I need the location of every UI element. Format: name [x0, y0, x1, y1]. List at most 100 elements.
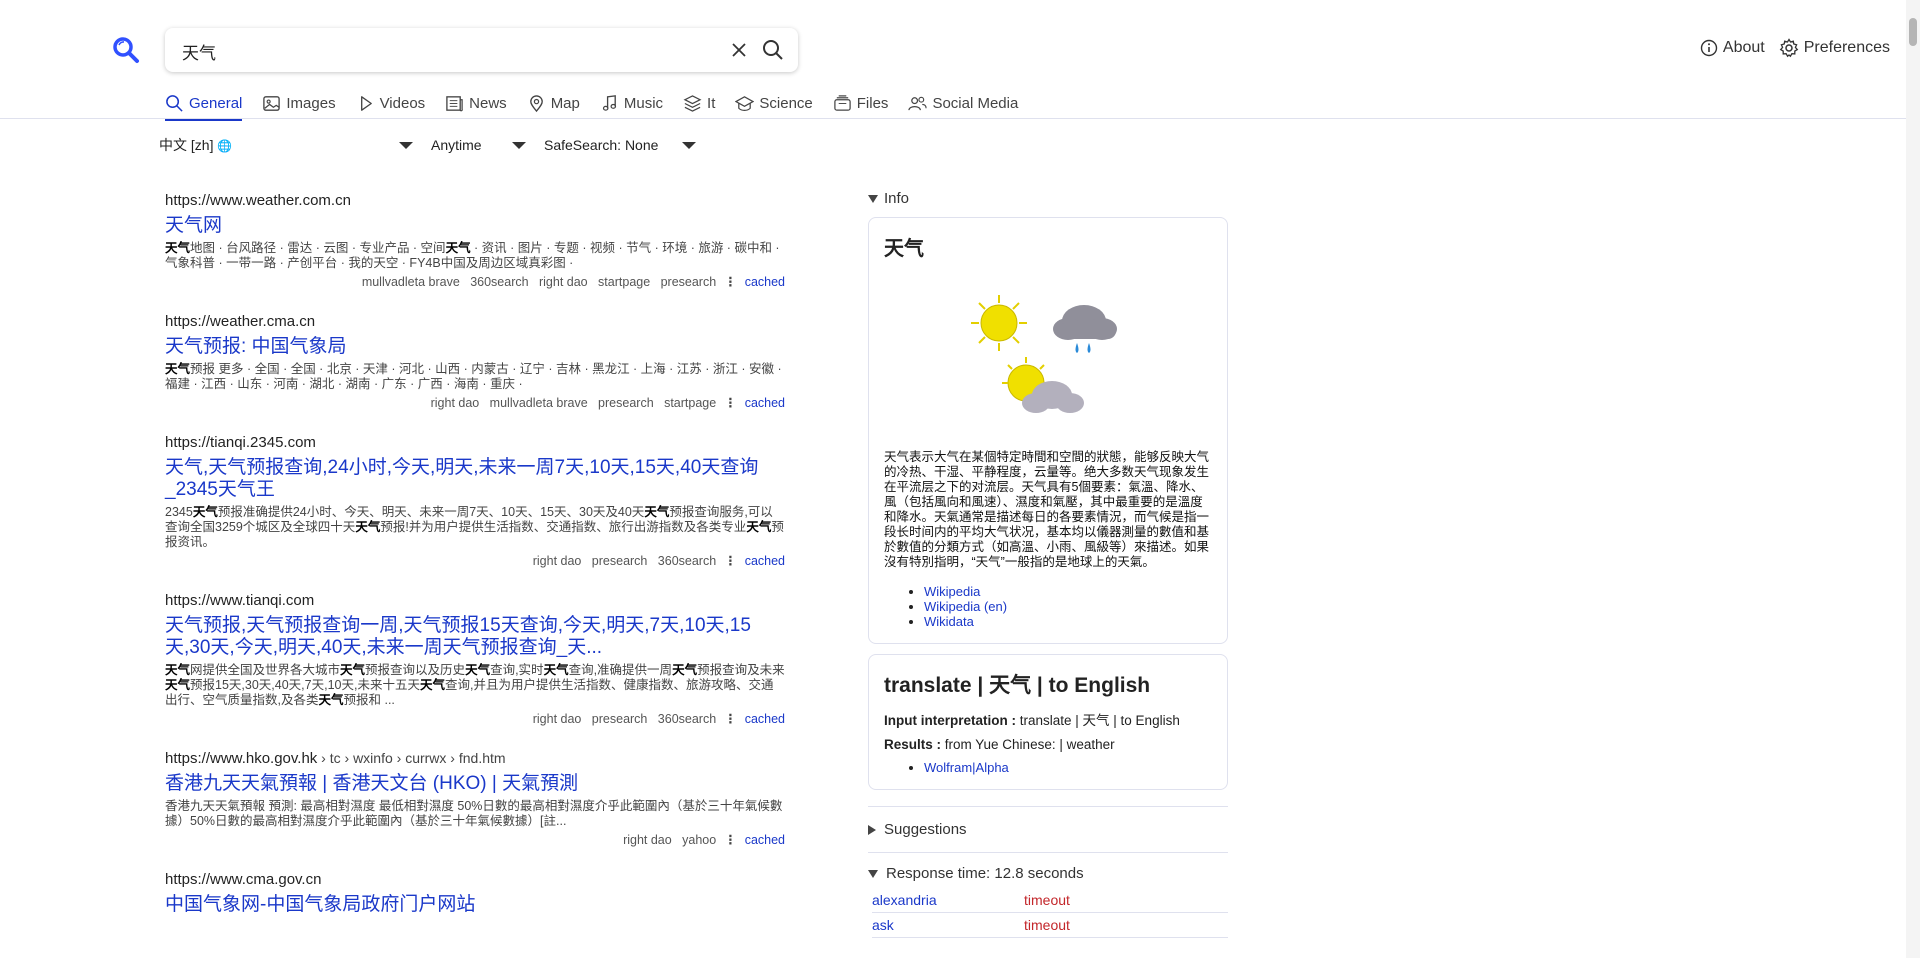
- chevron-down-icon: [399, 141, 413, 149]
- result-snippet: 香港九天天氣預報 預測: 最高相對濕度 最低相對濕度 50%日數的最高相對濕度介…: [165, 799, 783, 828]
- scrollbar[interactable]: [1906, 0, 1920, 958]
- image-icon: [263, 95, 281, 111]
- tab-music[interactable]: Music: [600, 91, 663, 119]
- searxng-logo-icon[interactable]: [112, 36, 140, 64]
- wikipedia-link[interactable]: Wikipedia: [924, 584, 980, 599]
- time-range-select[interactable]: Anytime: [431, 134, 526, 156]
- engine-list: right dao mullvadleta brave presearch st…: [430, 395, 717, 410]
- more-vertical-icon[interactable]: ⋮: [724, 711, 737, 726]
- suggestions-toggle[interactable]: Suggestions: [868, 806, 1228, 838]
- wolframalpha-link[interactable]: Wolfram|Alpha: [924, 760, 1009, 775]
- tab-it[interactable]: It: [683, 91, 715, 119]
- engine-list: right dao yahoo: [623, 832, 717, 847]
- answer-results: Results : from Yue Chinese: | weather: [884, 737, 1115, 752]
- search-icon[interactable]: [761, 38, 785, 62]
- result-snippet: 2345天气预报准确提供24小时、今天、明天、未来一周7天、10天、15天、30…: [165, 505, 784, 549]
- triangle-down-icon: [868, 869, 878, 878]
- tab-general[interactable]: General: [165, 91, 243, 121]
- weather-image: [971, 295, 1117, 413]
- tab-news[interactable]: News: [445, 91, 507, 119]
- result-snippet: 天气预报 更多 · 全国 · 全国 · 北京 · 天津 · 河北 · 山西 · …: [165, 362, 782, 391]
- response-time-toggle[interactable]: Response time: 12.8 seconds: [868, 852, 1228, 882]
- safesearch-select[interactable]: SafeSearch: None: [544, 134, 696, 156]
- people-icon: [908, 96, 928, 110]
- result-url[interactable]: https://tianqi.2345.com: [165, 432, 785, 452]
- clear-icon[interactable]: [729, 40, 749, 60]
- answer-title: translate | 天气 | to English: [884, 674, 1151, 697]
- tab-label: Files: [856, 94, 889, 112]
- wikidata-link[interactable]: Wikidata: [924, 614, 974, 629]
- result-engines: mullvadleta brave 360search right dao st…: [165, 274, 785, 290]
- map-pin-icon: [529, 94, 543, 112]
- header: About Preferences General Images Videos …: [0, 0, 1920, 121]
- tab-social-media[interactable]: Social Media: [908, 91, 1018, 119]
- triangle-down-icon: [868, 194, 878, 203]
- cached-link[interactable]: cached: [745, 712, 785, 726]
- result-url[interactable]: https://www.cma.gov.cn: [165, 869, 785, 889]
- cached-link[interactable]: cached: [745, 275, 785, 289]
- cached-link[interactable]: cached: [745, 396, 785, 410]
- result-item: https://www.tianqi.com 天气预报,天气预报查询一周,天气预报…: [165, 590, 785, 726]
- result-title[interactable]: 天气预报: 中国气象局: [165, 336, 785, 358]
- result-item: https://weather.cma.cn 天气预报: 中国气象局天气预报 更多…: [165, 311, 785, 410]
- scrollbar-thumb[interactable]: [1909, 18, 1917, 46]
- safesearch-value: SafeSearch: None: [544, 137, 659, 153]
- tab-science[interactable]: Science: [735, 91, 813, 119]
- result-title[interactable]: 香港九天天氣預報 | 香港天文台 (HKO) | 天氣預測: [165, 773, 785, 795]
- tab-files[interactable]: Files: [833, 91, 889, 119]
- cached-link[interactable]: cached: [745, 833, 785, 847]
- infobox: 天气 天气表示大气在某個特定時間和空間的狀態，能够反映大气的冷热、干湿、平静程度…: [868, 217, 1228, 644]
- result-title[interactable]: 天气,天气预报查询,24小时,今天,明天,未来一周7天,10天,15天,40天查…: [165, 457, 785, 501]
- engine-name[interactable]: alexandria: [872, 892, 1024, 908]
- wikipedia-en-link[interactable]: Wikipedia (en): [924, 599, 1007, 614]
- info-heading: Info: [884, 190, 910, 207]
- about-link[interactable]: About: [1700, 39, 1765, 57]
- infobox-links: Wikipedia Wikipedia (en) Wikidata: [884, 584, 1212, 629]
- result-engines: right dao presearch 360search ⋮ cached: [165, 553, 785, 569]
- time-range-value: Anytime: [431, 137, 482, 153]
- sun-icon: [971, 295, 1027, 351]
- category-tabs: General Images Videos News Map Music It: [165, 91, 1018, 121]
- school-icon: [735, 95, 755, 111]
- more-vertical-icon[interactable]: ⋮: [724, 832, 737, 847]
- language-value: 中文 [zh]: [159, 137, 214, 153]
- result-url[interactable]: https://www.hko.gov.hk › tc › wxinfo › c…: [165, 748, 785, 768]
- more-vertical-icon[interactable]: ⋮: [724, 395, 737, 410]
- engine-list: right dao presearch 360search: [532, 553, 717, 568]
- result-title[interactable]: 天气预报,天气预报查询一周,天气预报15天查询,今天,明天,7天,10天,15天…: [165, 615, 785, 659]
- result-url[interactable]: https://www.tianqi.com: [165, 590, 785, 610]
- input-interpretation: Input interpretation : translate | 天气 | …: [884, 713, 1180, 728]
- result-snippet: 天气网提供全国及世界各大城市天气预报查询以及历史天气查询,实时天气查询,准确提供…: [165, 663, 785, 707]
- result-engines: right dao yahoo ⋮ cached: [165, 832, 785, 848]
- chevron-down-icon: [512, 141, 526, 149]
- language-select[interactable]: 中文 [zh] 🌐: [159, 134, 413, 156]
- music-icon: [602, 94, 616, 111]
- result-title[interactable]: 中国气象网-中国气象局政府门户网站: [165, 894, 785, 916]
- result-engines: right dao presearch 360search ⋮ cached: [165, 711, 785, 727]
- engine-name[interactable]: ask: [872, 917, 1024, 933]
- tab-label: Social Media: [932, 94, 1019, 112]
- tab-images[interactable]: Images: [262, 91, 336, 119]
- engine-error: timeout: [1024, 892, 1070, 908]
- results-list: https://www.weather.com.cn 天气网天气地图 · 台风路径…: [165, 190, 785, 938]
- answer-sources: Wolfram|Alpha: [884, 760, 1212, 775]
- result-url[interactable]: https://weather.cma.cn: [165, 311, 785, 331]
- tab-map[interactable]: Map: [527, 91, 580, 119]
- search-icon: [166, 94, 183, 112]
- more-vertical-icon[interactable]: ⋮: [724, 274, 737, 289]
- tab-label: News: [469, 94, 507, 112]
- info-toggle[interactable]: Info: [868, 190, 1228, 207]
- preferences-link[interactable]: Preferences: [1779, 38, 1890, 58]
- tab-videos[interactable]: Videos: [356, 91, 425, 119]
- triangle-right-icon: [868, 824, 876, 835]
- result-url[interactable]: https://www.weather.com.cn: [165, 190, 785, 210]
- more-vertical-icon[interactable]: ⋮: [724, 553, 737, 568]
- result-engines: right dao mullvadleta brave presearch st…: [165, 395, 785, 411]
- cached-link[interactable]: cached: [745, 554, 785, 568]
- engine-list: mullvadleta brave 360search right dao st…: [361, 274, 717, 289]
- answer-card: translate | 天气 | to English Input interp…: [868, 654, 1228, 790]
- result-snippet: 天气地图 · 台风路径 · 雷达 · 云图 · 专业产品 · 空间天气 · 资讯…: [165, 241, 780, 270]
- layers-icon: [683, 94, 702, 112]
- search-input[interactable]: [180, 39, 704, 63]
- result-title[interactable]: 天气网: [165, 215, 785, 237]
